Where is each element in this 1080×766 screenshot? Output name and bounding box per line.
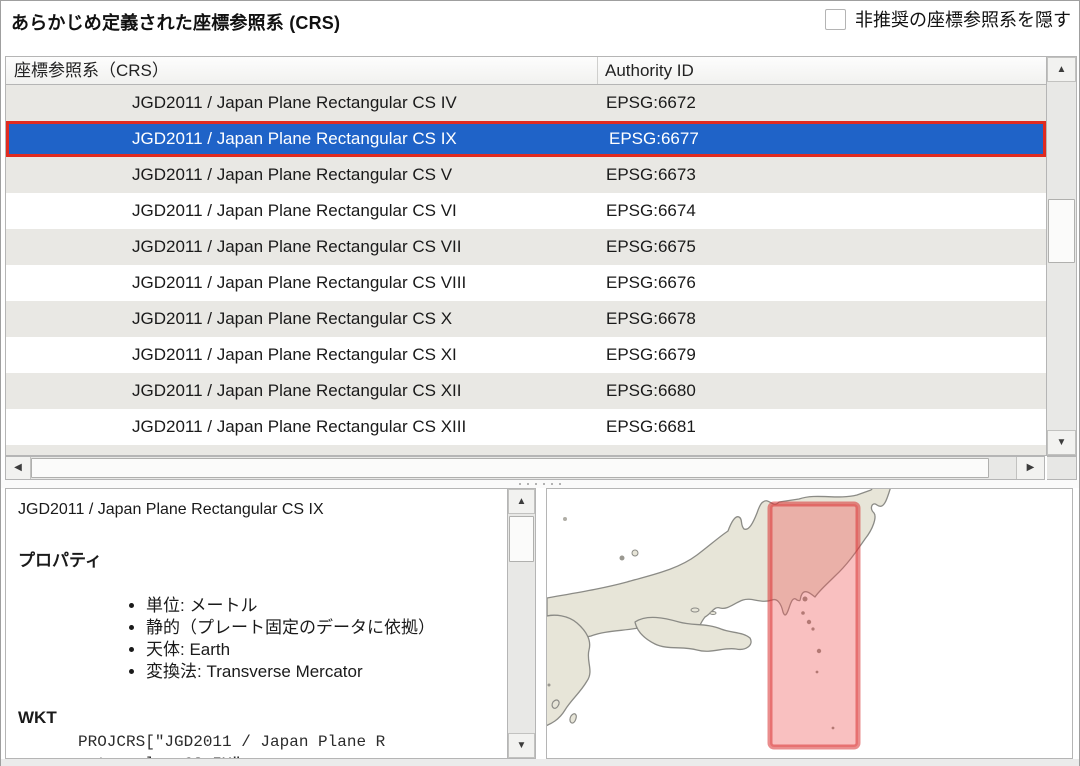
table-row[interactable]: JGD2011 / Japan Plane Rectangular CS VI … [6, 193, 1046, 229]
triangle-down-icon: ▼ [516, 740, 527, 751]
crs-name-cell: JGD2011 / Japan Plane Rectangular CS XII… [132, 417, 467, 436]
crs-extent-map-panel [546, 488, 1073, 759]
details-vertical-scrollbar[interactable]: ▲ ▼ [507, 489, 535, 758]
table-rows: JGD2011 / Japan Plane Rectangular CS IV … [6, 85, 1046, 455]
triangle-right-icon: ▶ [1026, 462, 1035, 473]
japan-map-preview [547, 489, 891, 750]
property-item: 天体: Earth [146, 639, 507, 661]
page-title: あらかじめ定義された座標参照系 (CRS) [11, 13, 341, 33]
selected-crs-title: JGD2011 / Japan Plane Rectangular CS IX [18, 501, 324, 518]
authority-cell: EPSG:6676 [606, 273, 696, 292]
crs-name-cell: JGD2011 / Japan Plane Rectangular CS V [132, 165, 453, 184]
table-vertical-scrollbar[interactable]: ▲ ▼ [1046, 57, 1076, 455]
table-row[interactable]: JGD2011 / Japan Plane Rectangular CS IV … [6, 85, 1046, 121]
splitter-dot [551, 483, 553, 485]
dialog-topbar: あらかじめ定義された座標参照系 (CRS) 非推奨の座標参照系を隠す [1, 1, 1079, 55]
table-row[interactable]: JGD2011 / Japan Plane Rectangular CS VII… [6, 265, 1046, 301]
authority-cell: EPSG:6681 [606, 417, 696, 436]
table-row[interactable]: JGD2011 / Japan Plane Rectangular CS XI … [6, 337, 1046, 373]
column-header-authority[interactable]: Authority ID [598, 57, 1046, 84]
crs-name-cell: JGD2011 / Japan Plane Rectangular CS VII [132, 237, 462, 256]
crs-details-panel: JGD2011 / Japan Plane Rectangular CS IX … [5, 488, 536, 759]
crs-name-cell: JGD2011 / Japan Plane Rectangular CS IX [132, 129, 457, 148]
property-item: 静的（プレート固定のデータに依拠） [146, 617, 507, 639]
hide-deprecated-option: 非推奨の座標参照系を隠す [825, 6, 1071, 32]
table-row[interactable]: JGD2011 / Japan Plane Rectangular CS V E… [6, 157, 1046, 193]
scroll-up-button[interactable]: ▲ [1047, 57, 1076, 82]
column-header-crs[interactable]: 座標参照系（CRS） [6, 57, 598, 84]
triangle-down-icon: ▼ [1056, 437, 1067, 448]
table-row-partial [6, 445, 1046, 455]
scroll-up-button[interactable]: ▲ [508, 489, 535, 514]
authority-cell: EPSG:6673 [606, 165, 696, 184]
crs-name-cell: JGD2011 / Japan Plane Rectangular CS XII [132, 381, 462, 400]
dialog-bottom-strip [1, 759, 1079, 766]
table-row[interactable]: JGD2011 / Japan Plane Rectangular CS XII… [6, 409, 1046, 445]
table-row[interactable]: JGD2011 / Japan Plane Rectangular CS VII… [6, 229, 1046, 265]
table-row-selected[interactable]: JGD2011 / Japan Plane Rectangular CS IX … [6, 121, 1046, 157]
authority-cell: EPSG:6680 [606, 381, 696, 400]
scrollbar-thumb[interactable] [509, 516, 534, 562]
authority-cell: EPSG:6672 [606, 93, 696, 112]
splitter-dot [527, 483, 529, 485]
authority-cell: EPSG:6674 [606, 201, 696, 220]
hide-deprecated-label: 非推奨の座標参照系を隠す [855, 10, 1071, 30]
crs-name-cell: JGD2011 / Japan Plane Rectangular CS X [132, 309, 453, 328]
properties-heading: プロパティ [18, 551, 102, 570]
authority-cell: EPSG:6679 [606, 345, 696, 364]
authority-cell: EPSG:6675 [606, 237, 696, 256]
splitter-dot [559, 483, 561, 485]
scrollbar-thumb[interactable] [31, 458, 989, 478]
authority-cell: EPSG:6678 [606, 309, 696, 328]
crs-name-cell: JGD2011 / Japan Plane Rectangular CS IV [132, 93, 457, 112]
table-row[interactable]: JGD2011 / Japan Plane Rectangular CS XII… [6, 373, 1046, 409]
triangle-up-icon: ▲ [1056, 64, 1067, 75]
properties-list: 単位: メートル 静的（プレート固定のデータに依拠） 天体: Earth 変換法… [146, 595, 507, 683]
scrollbar-thumb[interactable] [1048, 199, 1075, 263]
table-row[interactable]: JGD2011 / Japan Plane Rectangular CS X E… [6, 301, 1046, 337]
hide-deprecated-checkbox[interactable] [825, 8, 846, 30]
scroll-left-button[interactable]: ◀ [6, 457, 31, 479]
crs-name-cell: JGD2011 / Japan Plane Rectangular CS VI [132, 201, 457, 220]
scroll-right-button[interactable]: ▶ [1016, 457, 1044, 479]
property-item: 変換法: Transverse Mercator [146, 661, 507, 683]
wkt-heading: WKT [18, 708, 57, 727]
splitter-dot [535, 483, 537, 485]
scrollbar-corner [1047, 456, 1077, 480]
authority-cell: EPSG:6677 [609, 129, 699, 148]
crs-name-cell: JGD2011 / Japan Plane Rectangular CS VII… [132, 273, 467, 292]
crs-name-cell: JGD2011 / Japan Plane Rectangular CS XI [132, 345, 457, 364]
table-horizontal-scrollbar[interactable]: ◀ ▶ [5, 456, 1045, 480]
splitter-dot [519, 483, 521, 485]
crs-table: 座標参照系（CRS） Authority ID JGD2011 / Japan … [5, 56, 1077, 456]
table-header: 座標参照系（CRS） Authority ID [6, 57, 1046, 85]
scroll-down-button[interactable]: ▼ [1047, 430, 1076, 455]
triangle-left-icon: ◀ [14, 462, 22, 473]
splitter-dot [543, 483, 545, 485]
triangle-up-icon: ▲ [516, 496, 527, 507]
crs-details-content: JGD2011 / Japan Plane Rectangular CS IX … [6, 489, 507, 758]
wkt-code: PROJCRS["JGD2011 / Japan Plane R ectangu… [78, 733, 386, 758]
crs-extent-rectangle [767, 501, 861, 750]
property-item: 単位: メートル [146, 595, 507, 617]
scroll-down-button[interactable]: ▼ [508, 733, 535, 758]
crs-selection-dialog: あらかじめ定義された座標参照系 (CRS) 非推奨の座標参照系を隠す 座標参照系… [0, 0, 1080, 766]
pane-splitter[interactable] [1, 480, 1079, 488]
